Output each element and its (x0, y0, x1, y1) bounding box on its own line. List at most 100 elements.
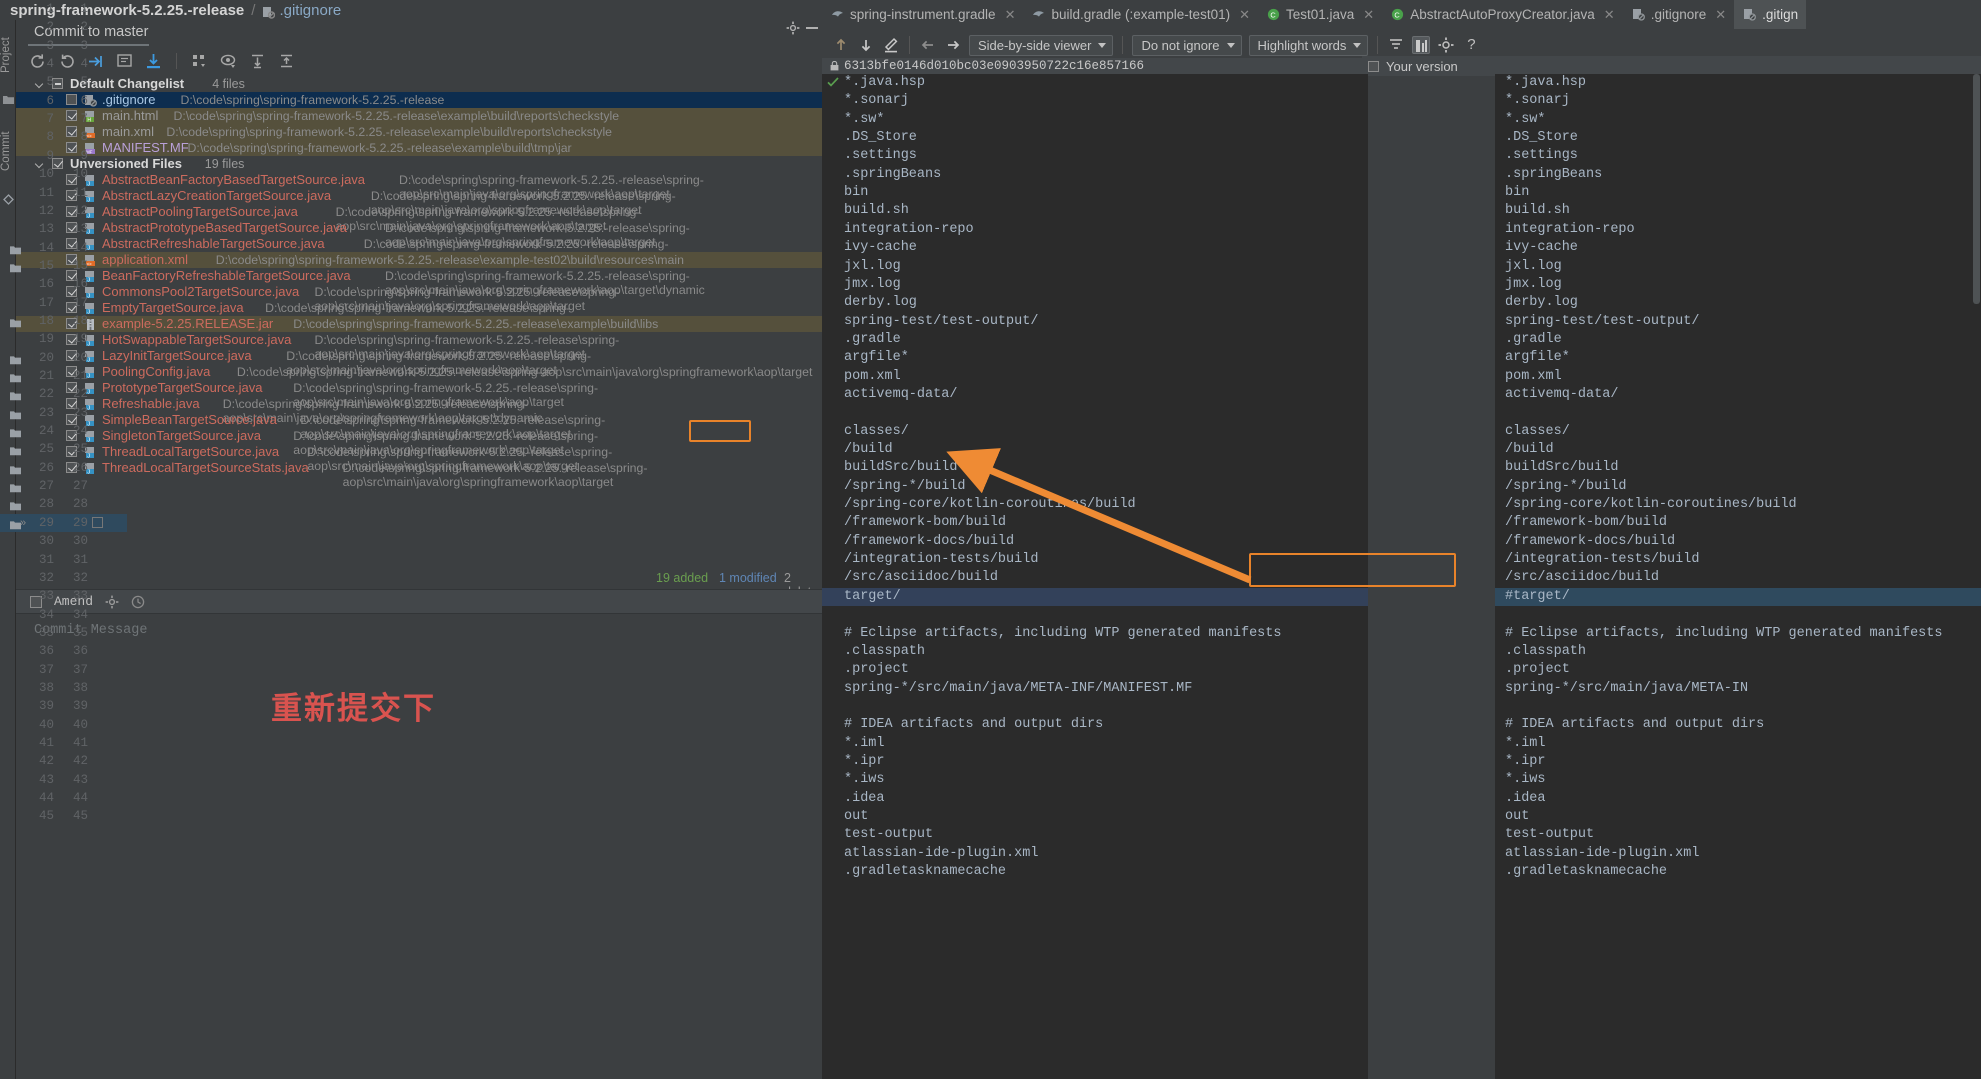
diff-left-line-number: 43 (38, 772, 54, 787)
diff-left-line-number: 20 (38, 350, 54, 365)
revert-change-icon[interactable] (92, 516, 103, 528)
editor-tab[interactable]: C AbstractAutoProxyCreator.java ✕ (1382, 0, 1623, 29)
editor-tab-bar[interactable]: spring-instrument.gradle ✕ build.gradle (:… (822, 0, 1981, 29)
diff-left-line-number: 11 (38, 185, 54, 200)
changes-tree[interactable]: Default Changelist 4 files .gitignore D:\co… (16, 76, 822, 568)
diff-right-line-number: 22 (72, 387, 88, 402)
diff-right-pane[interactable]: *.java.hsp *.sonarj *.sw* .DS_Store .setting… (1495, 74, 1981, 1079)
diff-left-line-number: 12 (38, 203, 54, 218)
diff-right-line: *.sonarj (1505, 93, 1570, 109)
diff-left-line-number: 40 (38, 717, 54, 732)
sidebar-item-project[interactable]: Project (0, 26, 16, 84)
diff-settings-gear-icon[interactable] (1437, 36, 1455, 54)
diff-icon[interactable] (115, 52, 134, 71)
file-name: MANIFEST.MF (102, 140, 189, 155)
commit-settings-gear-icon[interactable] (105, 595, 119, 609)
folder-icon (3, 92, 14, 104)
diff-right-line-number: 12 (72, 203, 88, 218)
diff-right-line: build.sh (1505, 203, 1570, 219)
update-icon[interactable] (144, 52, 163, 71)
group-by-icon[interactable] (190, 52, 209, 71)
folder-icon (10, 352, 21, 364)
collapse-unchanged-icon[interactable] (1387, 36, 1405, 54)
collapse-all-icon[interactable] (277, 52, 296, 71)
preview-diff-icon[interactable] (219, 52, 238, 71)
diff-left-line-number: 16 (38, 277, 54, 292)
scrollbar-thumb[interactable] (1973, 74, 1980, 304)
diff-right-line-number: 26 (72, 460, 88, 475)
diff-left-line-number: 38 (38, 680, 54, 695)
diff-left-line-number: 19 (38, 332, 54, 347)
diff-left-line-number: 41 (38, 736, 54, 750)
class-file-icon: C (1267, 8, 1280, 21)
whitespace-mode-dropdown[interactable]: Do not ignore (1132, 34, 1242, 56)
editor-tab[interactable]: .gitign (1734, 0, 1807, 29)
shelve-icon[interactable] (86, 52, 105, 71)
diff-right-line-number: 38 (72, 680, 88, 695)
previous-difference-icon[interactable] (832, 36, 850, 54)
diff-left-line-number: 9 (46, 148, 54, 163)
diff-right-line-number: 13 (72, 222, 88, 237)
editor-tab-label: AbstractAutoProxyCreator.java (1410, 7, 1595, 22)
diff-left-line-number: 24 (38, 424, 54, 439)
close-icon[interactable]: ✕ (1239, 7, 1250, 23)
diff-right-line: derby.log (1505, 295, 1578, 311)
right-version-checkbox[interactable] (1368, 60, 1379, 72)
help-icon[interactable]: ? (1462, 36, 1480, 54)
diff-left-line: atlassian-ide-plugin.xml (844, 845, 1039, 861)
viewer-mode-dropdown[interactable]: Side-by-side viewer (969, 34, 1114, 56)
diff-left-line-number: 44 (38, 791, 54, 806)
file-name: PrototypeTargetSource.java (102, 380, 263, 395)
diff-right-line: *.ipr (1505, 753, 1546, 769)
commit-tab[interactable]: Commit to master (16, 20, 822, 46)
diff-left-line: jxl.log (844, 258, 901, 274)
diff-left-line-number: 21 (38, 369, 54, 383)
minimize-tool-window-icon[interactable] (806, 27, 818, 29)
edit-source-icon[interactable] (882, 36, 900, 54)
editor-tab-label: build.gradle (:example-test01) (1051, 7, 1231, 22)
tool-window-settings-gear-icon[interactable] (786, 21, 800, 35)
breadcrumb-separator: / (251, 1, 256, 19)
file-path: D:\code\spring\spring-framework-5.2.25.-… (342, 461, 648, 489)
group-file-count: 4 files (212, 77, 245, 91)
commit-toolbar (16, 48, 822, 74)
file-name: main.xml (102, 124, 155, 139)
file-name: main.html (102, 108, 159, 123)
close-icon[interactable]: ✕ (1005, 7, 1016, 23)
diff-right-line: *.iws (1505, 772, 1546, 788)
diff-right-line: /spring-core/kotlin-coroutines/build (1505, 497, 1797, 513)
accept-left-icon[interactable] (919, 36, 937, 54)
svg-text:C: C (1270, 10, 1276, 19)
diff-right-line: test-output (1505, 827, 1595, 843)
accept-right-icon[interactable] (944, 36, 962, 54)
editor-tab[interactable]: spring-instrument.gradle ✕ (822, 0, 1023, 29)
diff-left-line: /framework-bom/build (844, 515, 1007, 531)
checkmark-icon (827, 76, 839, 88)
sidebar-item-commit[interactable]: Commit (0, 120, 16, 182)
next-difference-icon[interactable] (857, 36, 875, 54)
editor-tab[interactable]: C Test01.java ✕ (1258, 0, 1382, 29)
commit-history-icon[interactable] (131, 595, 145, 609)
file-name: AbstractPrototypeBasedTargetSource.java (102, 220, 347, 235)
diff-left-pane[interactable]: *.java.hsp *.sonarj *.sw* .DS_Store .setting… (822, 74, 1368, 1079)
highlight-mode-dropdown[interactable]: Highlight words (1248, 34, 1369, 56)
editor-tab[interactable]: .gitignore ✕ (1623, 0, 1734, 29)
diff-vertical-scrollbar[interactable] (1972, 74, 1981, 1079)
editor-tab[interactable]: build.gradle (:example-test01) ✕ (1023, 0, 1258, 29)
diff-left-line-number: 34 (38, 607, 54, 622)
toggle-columns-icon[interactable] (1412, 36, 1431, 54)
breadcrumb-file[interactable]: .gitignore (279, 2, 341, 19)
commit-diamond-icon (3, 192, 14, 205)
changelist-group[interactable]: Unversioned Files (16, 156, 822, 172)
close-icon[interactable]: ✕ (1363, 7, 1374, 23)
diff-right-version-header: Your version (1362, 56, 1981, 76)
changelist-group[interactable]: Default Changelist (16, 76, 822, 92)
svg-text:C: C (1395, 10, 1401, 19)
file-path: D:\code\spring\spring-framework-5.2.25.-… (215, 253, 684, 267)
close-icon[interactable]: ✕ (1604, 7, 1615, 23)
accept-change-icon[interactable]: » (20, 516, 30, 530)
expand-all-icon[interactable] (248, 52, 267, 71)
diff-right-line-number: 39 (72, 699, 88, 714)
diff-left-line-number: 2 (46, 20, 54, 35)
close-icon[interactable]: ✕ (1715, 7, 1726, 23)
